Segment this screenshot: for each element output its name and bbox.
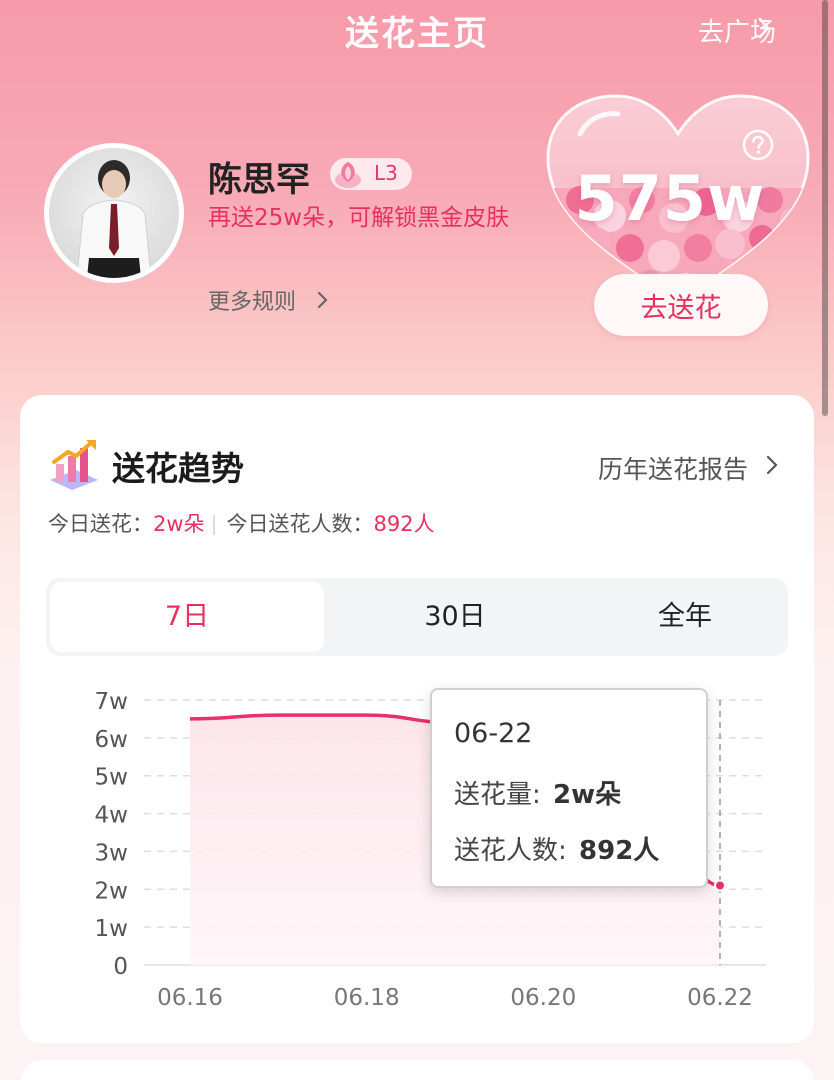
x-tick-label: 06.20 [510, 985, 576, 1011]
user-name: 陈思罕 [208, 160, 310, 200]
next-card [20, 1060, 814, 1080]
send-flower-button[interactable]: 去送花 [594, 274, 768, 336]
tooltip-people-label: 送花人数: [454, 836, 567, 866]
today-stats: 今日送花：2w朵 今日送花人数：892人 [48, 508, 435, 538]
tooltip-flowers-label: 送花量: [454, 780, 541, 810]
today-people-label: 今日送花人数： [226, 512, 374, 536]
tooltip-flowers: 送花量: 2w朵 [454, 774, 621, 811]
top-bar: 送花主页 去广场 [0, 0, 834, 60]
tooltip-flowers-value: 2w朵 [553, 780, 622, 810]
tab-30-days[interactable]: 30日 [324, 582, 586, 652]
y-tick-label: 0 [113, 954, 128, 980]
unlock-tip: 再送25w朵，可解锁黑金皮肤 [208, 205, 510, 231]
tooltip-people-value: 892人 [579, 836, 660, 866]
y-tick-label: 4w [95, 803, 128, 829]
y-tick-label: 3w [95, 840, 128, 866]
y-tick-label: 5w [95, 765, 128, 791]
x-tick-label: 06.18 [334, 985, 400, 1011]
data-point [714, 879, 726, 892]
chevron-right-icon[interactable] [764, 454, 780, 476]
y-tick-label: 2w [95, 878, 128, 904]
chevron-right-icon[interactable] [316, 290, 330, 310]
range-tabs: 7日 30日 全年 [46, 578, 788, 656]
flower-total: 575w [574, 162, 766, 235]
chevron-right-icon[interactable] [756, 16, 772, 40]
page-scrollbar[interactable] [822, 0, 828, 416]
tooltip-date: 06-22 [454, 718, 533, 749]
tab-full-year[interactable]: 全年 [586, 582, 784, 652]
tab-7-days[interactable]: 7日 [50, 582, 324, 652]
yearly-report-link[interactable]: 历年送花报告 [598, 450, 748, 486]
today-flowers-value: 2w朵 [153, 512, 205, 536]
x-tick-label: 06.22 [687, 985, 753, 1011]
y-tick-label: 6w [95, 727, 128, 753]
chart-tooltip: 06-22 送花量: 2w朵 送花人数: 892人 [430, 688, 708, 888]
divider [212, 515, 215, 535]
today-flowers-label: 今日送花： [48, 512, 153, 536]
flower-level-icon [330, 156, 366, 192]
level-badge[interactable]: L3 [330, 158, 412, 190]
level-text: L3 [374, 161, 398, 185]
x-tick-label: 06.16 [157, 985, 223, 1011]
y-tick-label: 1w [95, 916, 128, 942]
avatar[interactable] [44, 143, 184, 283]
help-icon[interactable] [742, 129, 774, 161]
more-rules-link[interactable]: 更多规则 [208, 284, 296, 316]
today-people-value: 892人 [373, 512, 435, 536]
bar-chart-icon [46, 436, 100, 492]
trend-title: 送花趋势 [112, 449, 244, 488]
y-tick-label: 7w [95, 689, 128, 715]
tooltip-people: 送花人数: 892人 [454, 830, 659, 867]
